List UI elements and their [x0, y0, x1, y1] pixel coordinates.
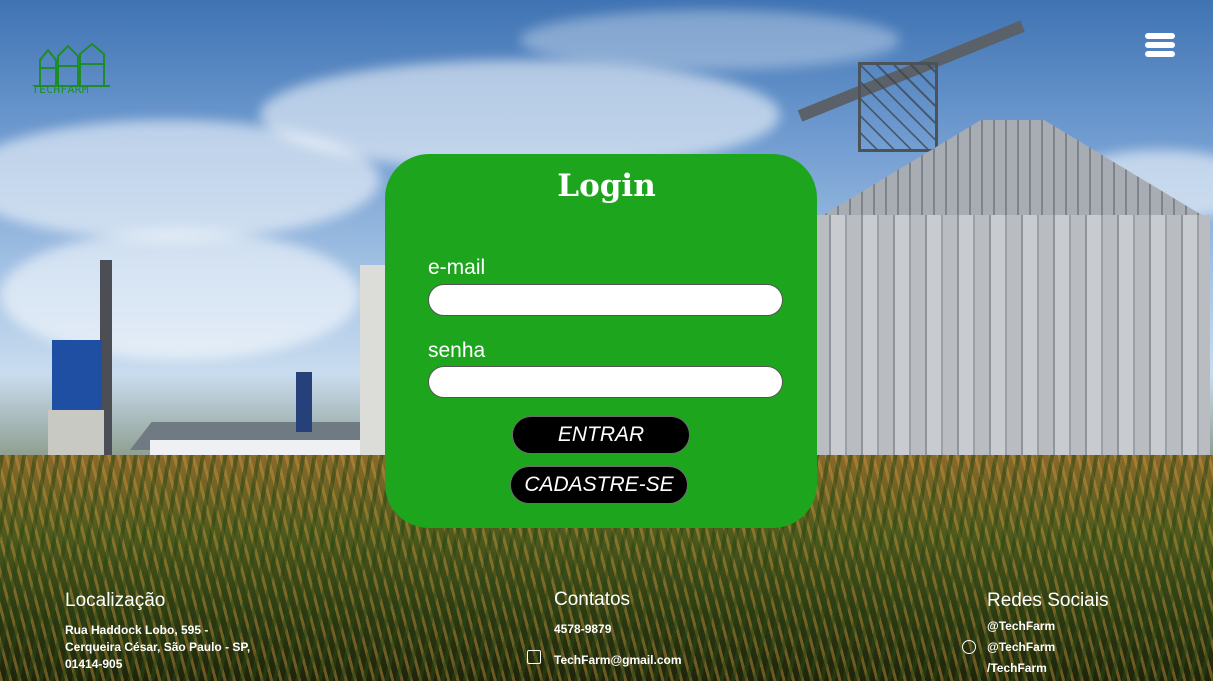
signup-button[interactable]: CADASTRE-SE — [510, 466, 688, 504]
contact-email[interactable]: TechFarm@gmail.com — [554, 652, 774, 669]
email-field[interactable] — [428, 284, 783, 316]
email-label: e-mail — [428, 256, 486, 279]
footer-social-title: Redes Sociais — [987, 590, 1109, 611]
password-field[interactable] — [428, 366, 783, 398]
footer-contacts: Contatos 4578-9879 TechFarm@gmail.com — [554, 589, 774, 669]
social-handle-twitter[interactable]: @TechFarm — [987, 637, 1147, 658]
address-line: Cerqueira César, São Paulo - SP, — [65, 640, 251, 654]
social-handle-instagram[interactable]: @TechFarm — [987, 616, 1147, 637]
techfarm-logo[interactable]: TECHFARM — [30, 42, 114, 100]
password-label: senha — [428, 339, 486, 362]
contact-phone[interactable]: 4578-9879 — [554, 621, 774, 638]
social-handle-facebook[interactable]: /TechFarm — [987, 658, 1147, 679]
footer-location-title: Localização — [65, 590, 166, 611]
footer-social: Redes Sociais @TechFarm @TechFarm /TechF… — [987, 590, 1147, 679]
address-line: Rua Haddock Lobo, 595 - — [65, 623, 209, 637]
login-button[interactable]: ENTRAR — [512, 416, 690, 454]
footer-contacts-title: Contatos — [554, 589, 631, 610]
footer-location: Localização Rua Haddock Lobo, 595 - Cerq… — [65, 590, 265, 673]
address-line: 01414-905 — [65, 657, 123, 671]
logo-text: TECHFARM — [32, 83, 89, 96]
social-icon — [962, 640, 976, 654]
hamburger-menu-icon[interactable] — [1145, 33, 1177, 61]
login-title: Login — [557, 168, 656, 204]
mail-icon — [527, 650, 541, 664]
